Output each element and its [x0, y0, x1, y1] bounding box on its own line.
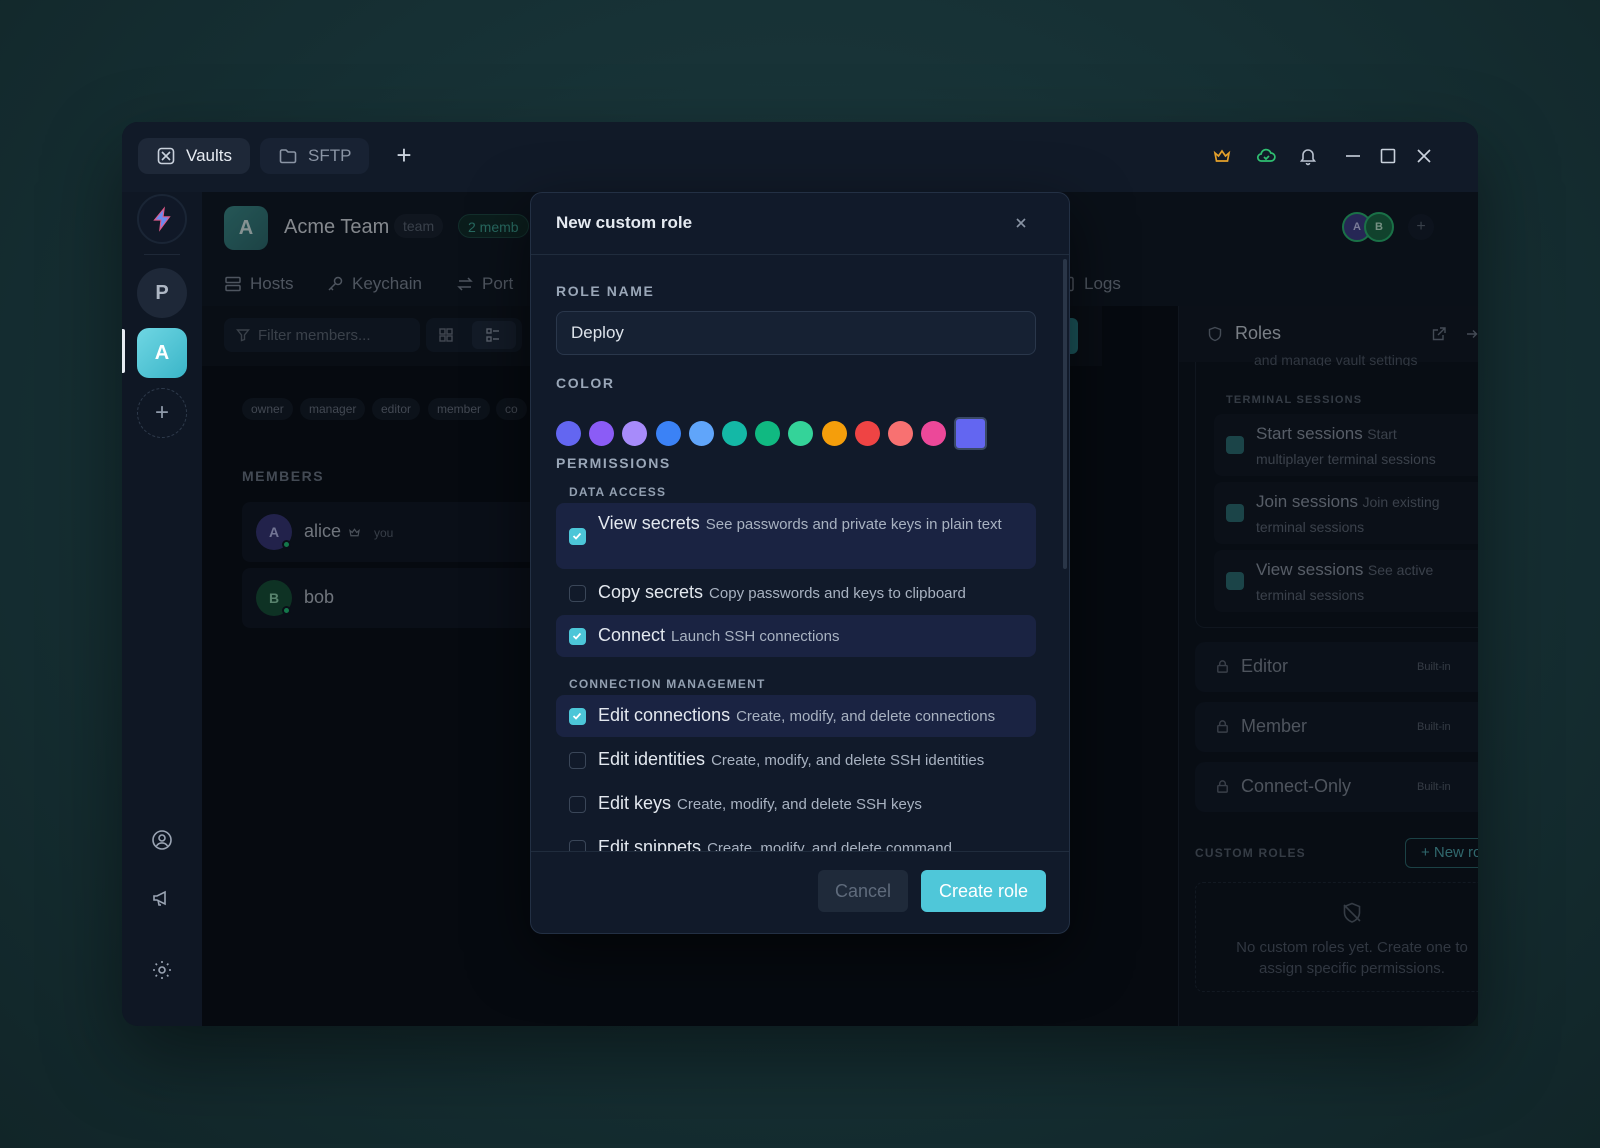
workspace-acme[interactable]: A: [137, 328, 187, 378]
dialog-body: ROLE NAME COLOR PERMISSIONS DATA ACCESS …: [531, 255, 1069, 851]
color-swatch[interactable]: [921, 421, 947, 446]
new-role-dialog: New custom role ROLE NAME COLOR PERMISSI…: [530, 192, 1070, 934]
color-swatch[interactable]: [888, 421, 913, 446]
color-swatch[interactable]: [622, 421, 648, 446]
workspace-personal[interactable]: P: [137, 268, 187, 318]
maximize-icon[interactable]: [1378, 146, 1398, 166]
perm-title: View secrets: [598, 513, 700, 533]
color-swatch[interactable]: [655, 421, 681, 446]
perm-desc: See passwords and private keys in plain …: [705, 516, 1002, 533]
role-name-label: ROLE NAME: [556, 283, 655, 299]
app-logo[interactable]: [137, 194, 187, 244]
cancel-button[interactable]: Cancel: [818, 870, 908, 912]
perm-desc: Create, modify, and delete connections: [736, 708, 996, 725]
add-workspace-button[interactable]: +: [137, 388, 187, 438]
check-icon: [572, 712, 582, 720]
tab-label: Vaults: [186, 146, 232, 165]
color-swatch[interactable]: [854, 421, 880, 446]
title-bar: Vaults SFTP +: [122, 122, 1478, 192]
check-icon: [572, 532, 582, 540]
dialog-scrollbar[interactable]: [1063, 259, 1067, 569]
dialog-footer: Cancel Create role: [531, 851, 1069, 933]
color-swatch[interactable]: [755, 421, 781, 446]
role-name-input[interactable]: [556, 311, 1036, 355]
checkbox[interactable]: [569, 528, 586, 545]
tab-sftp[interactable]: SFTP: [260, 138, 370, 174]
color-label: COLOR: [556, 375, 615, 391]
perm-desc: Create, modify, and delete SSH keys: [677, 796, 922, 813]
checkbox[interactable]: [569, 752, 586, 769]
add-tab-button[interactable]: +: [390, 142, 418, 170]
perm-copy-secrets[interactable]: Copy secrets Copy passwords and keys to c…: [556, 573, 1036, 613]
perm-view-secrets[interactable]: View secrets See passwords and private ke…: [556, 503, 1036, 569]
vault-icon: [157, 147, 175, 165]
perm-edit-keys[interactable]: Edit keys Create, modify, and delete SSH …: [556, 783, 1036, 825]
crown-icon[interactable]: [1212, 146, 1232, 166]
perm-title: Edit connections: [598, 705, 731, 725]
create-role-button[interactable]: Create role: [921, 870, 1046, 912]
folder-icon: [279, 149, 297, 164]
check-icon: [572, 632, 582, 640]
perm-title: Edit keys: [598, 793, 672, 813]
megaphone-icon[interactable]: [150, 886, 174, 910]
perm-connect[interactable]: Connect Launch SSH connections: [556, 615, 1036, 657]
cloud-sync-icon[interactable]: [1256, 146, 1276, 166]
perm-title: Connect: [598, 625, 666, 645]
minimize-icon[interactable]: [1343, 146, 1363, 166]
close-window-icon[interactable]: [1414, 146, 1434, 166]
checkbox[interactable]: [569, 796, 586, 813]
perm-edit-identities[interactable]: Edit identities Create, modify, and delet…: [556, 739, 1036, 781]
perm-desc: Create, modify, and delete command: [707, 840, 952, 851]
permissions-label: PERMISSIONS: [556, 455, 671, 471]
checkbox[interactable]: [569, 840, 586, 851]
close-icon[interactable]: [1011, 213, 1031, 233]
perm-desc: Launch SSH connections: [671, 628, 840, 645]
perm-title: Copy secrets: [598, 582, 704, 602]
checkbox[interactable]: [569, 628, 586, 645]
rail-divider: [144, 254, 180, 255]
color-swatch[interactable]: [821, 421, 847, 446]
color-swatch[interactable]: [688, 421, 714, 446]
tab-label: SFTP: [308, 146, 352, 165]
gear-icon[interactable]: [150, 958, 174, 982]
user-circle-icon[interactable]: [150, 828, 174, 852]
color-swatch[interactable]: [788, 421, 814, 446]
perm-title: Edit identities: [598, 749, 706, 769]
perm-desc: Create, modify, and delete SSH identitie…: [711, 752, 985, 769]
color-swatch[interactable]: [556, 421, 581, 446]
perm-edit-snippets[interactable]: Edit snippets Create, modify, and delete …: [556, 827, 1036, 851]
color-swatch[interactable]: [722, 421, 747, 446]
tab-vaults[interactable]: Vaults: [138, 138, 250, 174]
bell-icon[interactable]: [1298, 146, 1318, 166]
perm-desc: Copy passwords and keys to clipboard: [709, 585, 966, 602]
perm-title: Edit snippets: [598, 837, 702, 851]
connection-management-label: CONNECTION MANAGEMENT: [569, 677, 766, 691]
lightning-icon: [153, 206, 171, 232]
color-swatch[interactable]: [589, 421, 615, 446]
active-indicator: [122, 329, 125, 373]
perm-edit-connections[interactable]: Edit connections Create, modify, and dele…: [556, 695, 1036, 737]
workspace-rail: P A +: [122, 192, 202, 1026]
checkbox[interactable]: [569, 708, 586, 725]
dialog-header: New custom role: [531, 193, 1069, 255]
data-access-label: DATA ACCESS: [569, 485, 667, 499]
color-swatch-selected[interactable]: [956, 419, 986, 448]
checkbox[interactable]: [569, 585, 586, 602]
dialog-title: New custom role: [556, 213, 693, 232]
